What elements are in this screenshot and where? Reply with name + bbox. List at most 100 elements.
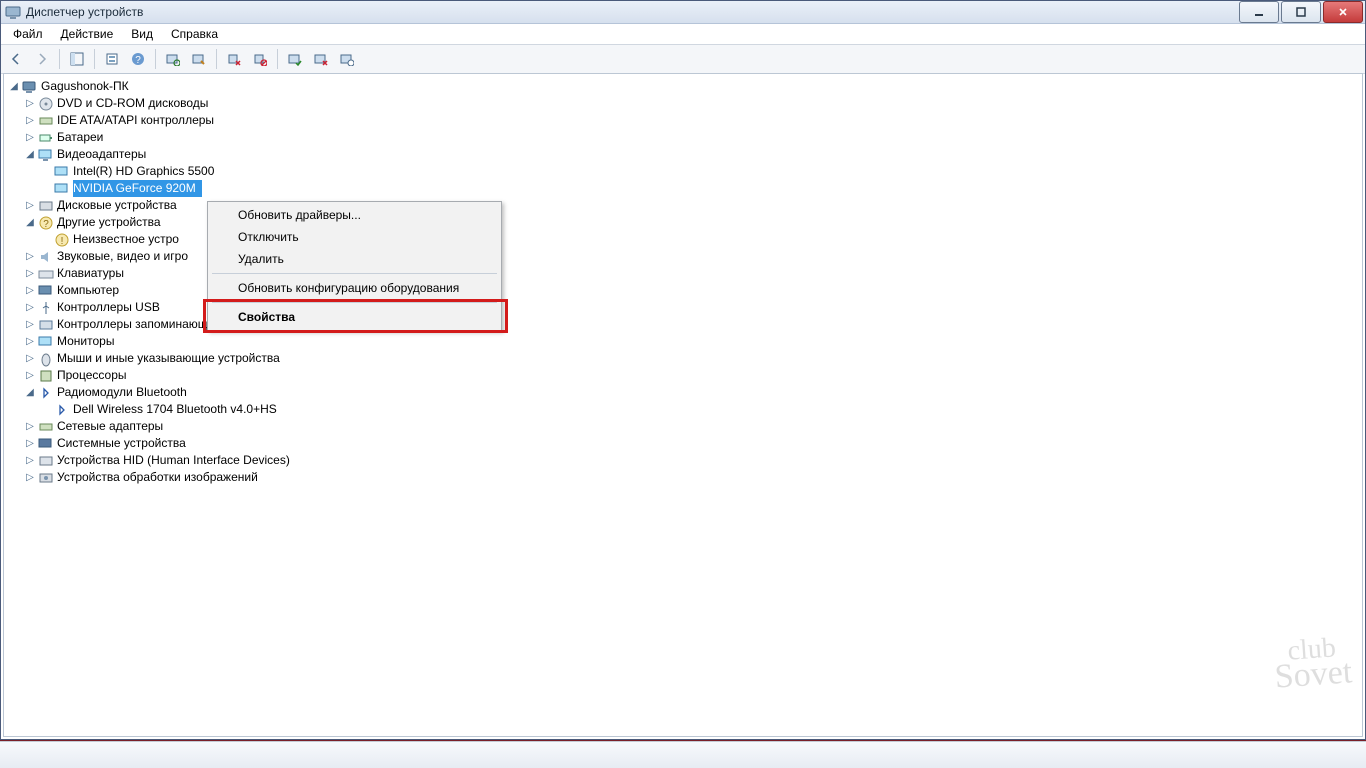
disable-button[interactable] <box>249 48 271 70</box>
tree-item-dell-bluetooth[interactable]: Dell Wireless 1704 Bluetooth v4.0+HS <box>4 401 1362 418</box>
toolbar-separator <box>59 49 60 69</box>
network-icon <box>38 419 54 435</box>
desktop-taskbar-fragment <box>0 741 1366 768</box>
bluetooth-icon <box>38 385 54 401</box>
display-adapter-icon <box>38 147 54 163</box>
toolbar-separator <box>155 49 156 69</box>
collapse-icon[interactable]: ◢ <box>22 147 38 163</box>
sound-icon <box>38 249 54 265</box>
computer-icon <box>38 283 54 299</box>
expand-icon[interactable]: ▷ <box>22 368 38 384</box>
toolbar: ? <box>1 45 1365 74</box>
computer-icon <box>22 79 38 95</box>
menu-view[interactable]: Вид <box>123 25 161 43</box>
add-legacy-button[interactable] <box>336 48 358 70</box>
ctx-rescan-hardware[interactable]: Обновить конфигурацию оборудования <box>210 277 499 299</box>
tree-item-cpu[interactable]: ▷Процессоры <box>4 367 1362 384</box>
toolbar-separator <box>216 49 217 69</box>
svg-text:?: ? <box>43 219 49 230</box>
monitor-icon <box>38 334 54 350</box>
nav-forward-button[interactable] <box>31 48 53 70</box>
cpu-icon <box>38 368 54 384</box>
expand-icon[interactable]: ▷ <box>22 351 38 367</box>
expand-icon[interactable]: ▷ <box>22 113 38 129</box>
expand-icon[interactable]: ▷ <box>22 419 38 435</box>
toolbar-separator <box>94 49 95 69</box>
expand-icon[interactable]: ▷ <box>22 198 38 214</box>
tree-item-imaging[interactable]: ▷Устройства обработки изображений <box>4 469 1362 486</box>
close-button[interactable] <box>1323 1 1363 23</box>
expand-icon[interactable]: ▷ <box>22 300 38 316</box>
tree-item-battery[interactable]: ▷Батареи <box>4 129 1362 146</box>
unknown-device-icon: ! <box>54 232 70 248</box>
keyboard-icon <box>38 266 54 282</box>
tree-item-nvidia-selected[interactable]: NVIDIA GeForce 920M <box>4 180 1362 197</box>
titlebar[interactable]: Диспетчер устройств <box>1 1 1365 24</box>
window-controls <box>1237 1 1363 23</box>
usb-icon <box>38 300 54 316</box>
device-manager-window: Диспетчер устройств Файл Действие Вид Сп… <box>0 0 1366 740</box>
battery-icon <box>38 130 54 146</box>
expand-icon[interactable]: ▷ <box>22 470 38 486</box>
menu-action[interactable]: Действие <box>53 25 122 43</box>
ctx-separator <box>212 273 497 274</box>
expand-icon[interactable]: ▷ <box>22 249 38 265</box>
update-driver-button[interactable] <box>188 48 210 70</box>
device-tree[interactable]: ◢ Gagushonok-ПК ▷DVD и CD-ROM дисководы … <box>3 73 1363 737</box>
show-hide-tree-button[interactable] <box>66 48 88 70</box>
tree-item-intel-graphics[interactable]: Intel(R) HD Graphics 5500 <box>4 163 1362 180</box>
nav-back-button[interactable] <box>5 48 27 70</box>
tree-item-network[interactable]: ▷Сетевые адаптеры <box>4 418 1362 435</box>
tree-root[interactable]: ◢ Gagushonok-ПК <box>4 78 1362 95</box>
expand-icon[interactable]: ▷ <box>22 453 38 469</box>
ctx-disable[interactable]: Отключить <box>210 226 499 248</box>
menu-help[interactable]: Справка <box>163 25 226 43</box>
collapse-icon[interactable]: ◢ <box>22 385 38 401</box>
collapse-icon[interactable]: ◢ <box>6 79 22 95</box>
collapse-icon[interactable]: ◢ <box>22 215 38 231</box>
expand-icon[interactable]: ▷ <box>22 96 38 112</box>
window-title: Диспетчер устройств <box>26 5 1237 19</box>
tree-item-hid[interactable]: ▷Устройства HID (Human Interface Devices… <box>4 452 1362 469</box>
expand-icon[interactable]: ▷ <box>22 266 38 282</box>
properties-button[interactable] <box>101 48 123 70</box>
mouse-icon <box>38 351 54 367</box>
expand-icon[interactable]: ▷ <box>22 283 38 299</box>
scan-hardware-button[interactable] <box>162 48 184 70</box>
storage-controller-icon <box>38 317 54 333</box>
disk-icon <box>38 198 54 214</box>
tree-item-bluetooth[interactable]: ◢Радиомодули Bluetooth <box>4 384 1362 401</box>
tree-item-video[interactable]: ◢Видеоадаптеры <box>4 146 1362 163</box>
app-icon <box>5 4 21 20</box>
tree-item-mouse[interactable]: ▷Мыши и иные указывающие устройства <box>4 350 1362 367</box>
tree-item-monitors[interactable]: ▷Мониторы <box>4 333 1362 350</box>
expand-icon[interactable]: ▷ <box>22 317 38 333</box>
tree-item-ide[interactable]: ▷IDE ATA/ATAPI контроллеры <box>4 112 1362 129</box>
menu-file[interactable]: Файл <box>5 25 51 43</box>
enable-button[interactable] <box>284 48 306 70</box>
maximize-button[interactable] <box>1281 1 1321 23</box>
system-device-icon <box>38 436 54 452</box>
imaging-icon <box>38 470 54 486</box>
expand-icon[interactable]: ▷ <box>22 130 38 146</box>
legacy-hardware-button[interactable] <box>310 48 332 70</box>
toolbar-separator <box>277 49 278 69</box>
display-adapter-icon <box>54 164 70 180</box>
other-devices-icon: ? <box>38 215 54 231</box>
context-menu[interactable]: Обновить драйверы... Отключить Удалить О… <box>207 201 502 331</box>
uninstall-button[interactable] <box>223 48 245 70</box>
ctx-separator <box>212 302 497 303</box>
expand-icon[interactable]: ▷ <box>22 436 38 452</box>
minimize-button[interactable] <box>1239 1 1279 23</box>
help-button[interactable]: ? <box>127 48 149 70</box>
ctx-delete[interactable]: Удалить <box>210 248 499 270</box>
hid-icon <box>38 453 54 469</box>
expand-icon[interactable]: ▷ <box>22 334 38 350</box>
tree-item-dvd[interactable]: ▷DVD и CD-ROM дисководы <box>4 95 1362 112</box>
dvd-icon <box>38 96 54 112</box>
ctx-update-drivers[interactable]: Обновить драйверы... <box>210 204 499 226</box>
ctx-properties[interactable]: Свойства <box>210 306 499 328</box>
tree-item-system[interactable]: ▷Системные устройства <box>4 435 1362 452</box>
svg-text:!: ! <box>61 236 64 247</box>
tree-root-label: Gagushonok-ПК <box>41 78 135 95</box>
